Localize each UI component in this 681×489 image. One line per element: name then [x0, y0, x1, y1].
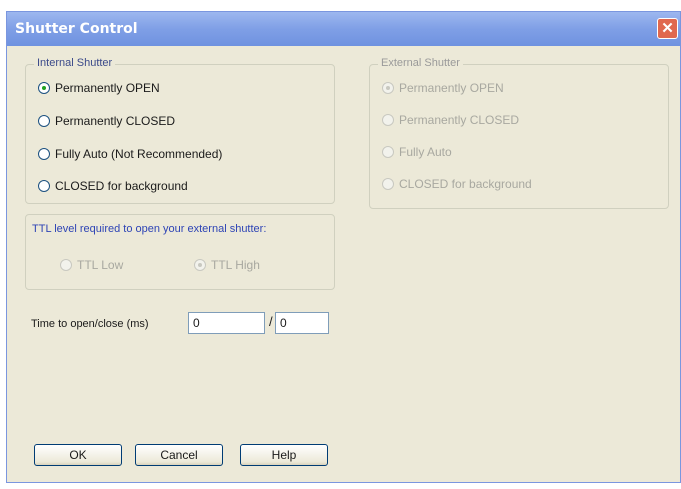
close-icon: ✕	[661, 20, 674, 37]
open-time-input[interactable]: 0	[188, 312, 265, 334]
ttl-level-group: TTL level required to open your external…	[25, 214, 335, 290]
ttl-level-legend: TTL level required to open your external…	[32, 223, 267, 235]
option-label: Fully Auto	[399, 145, 452, 159]
radio-button[interactable]	[38, 115, 50, 127]
internal-option-closed-background[interactable]: CLOSED for background	[38, 179, 188, 193]
external-shutter-group: External Shutter Permanently OPEN Perman…	[369, 57, 669, 209]
cancel-button[interactable]: Cancel	[135, 444, 223, 466]
radio-button[interactable]	[38, 82, 50, 94]
external-option-closed-background: CLOSED for background	[382, 177, 532, 191]
shutter-control-dialog: Shutter Control ✕ Internal Shutter Perma…	[6, 11, 681, 483]
help-button[interactable]: Help	[240, 444, 328, 466]
option-label: TTL Low	[77, 258, 124, 272]
option-label: Permanently OPEN	[55, 81, 160, 95]
internal-shutter-group: Internal Shutter Permanently OPEN Perman…	[25, 57, 335, 204]
option-label: Permanently OPEN	[399, 81, 504, 95]
option-label: TTL High	[211, 258, 260, 272]
external-option-fully-auto: Fully Auto	[382, 145, 452, 159]
close-time-input[interactable]: 0	[275, 312, 329, 334]
radio-button	[382, 114, 394, 126]
dialog-body: Internal Shutter Permanently OPEN Perman…	[7, 46, 680, 482]
internal-option-permanently-closed[interactable]: Permanently CLOSED	[38, 114, 175, 128]
external-shutter-legend: External Shutter	[378, 57, 463, 69]
option-label: CLOSED for background	[55, 179, 188, 193]
dialog-title: Shutter Control	[15, 21, 138, 37]
radio-button[interactable]	[38, 148, 50, 160]
title-bar[interactable]: Shutter Control ✕	[7, 12, 680, 46]
option-label: Fully Auto (Not Recommended)	[55, 147, 223, 161]
radio-button[interactable]	[38, 180, 50, 192]
radio-button	[382, 178, 394, 190]
ttl-low-option: TTL Low	[60, 258, 123, 272]
ok-button[interactable]: OK	[34, 444, 122, 466]
internal-option-fully-auto[interactable]: Fully Auto (Not Recommended)	[38, 147, 222, 161]
radio-button	[382, 146, 394, 158]
external-option-permanently-open: Permanently OPEN	[382, 81, 504, 95]
option-label: CLOSED for background	[399, 177, 532, 191]
radio-button	[194, 259, 206, 271]
option-label: Permanently CLOSED	[399, 113, 520, 127]
radio-button	[382, 82, 394, 94]
radio-button	[60, 259, 72, 271]
internal-option-permanently-open[interactable]: Permanently OPEN	[38, 81, 160, 95]
close-button[interactable]: ✕	[657, 18, 678, 39]
time-open-close-label: Time to open/close (ms)	[31, 318, 149, 330]
external-option-permanently-closed: Permanently CLOSED	[382, 113, 519, 127]
ttl-high-option: TTL High	[194, 258, 260, 272]
internal-shutter-legend: Internal Shutter	[34, 57, 116, 69]
time-separator: /	[269, 314, 273, 329]
option-label: Permanently CLOSED	[55, 114, 176, 128]
